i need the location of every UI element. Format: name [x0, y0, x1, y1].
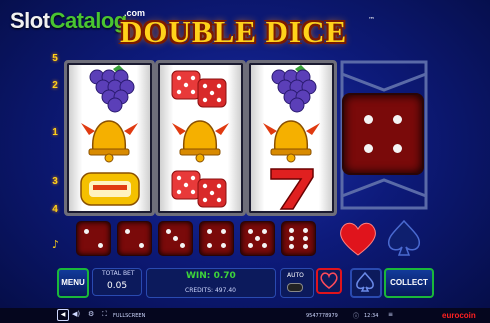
die-6 [282, 222, 315, 255]
die-2 [118, 222, 151, 255]
bar-icon [67, 163, 152, 213]
clock-time: 12:34 [364, 313, 379, 319]
die-5 [241, 222, 274, 255]
sound-mini-icon: ♪ [52, 238, 60, 251]
game-title: DOUBLE DICE [120, 14, 348, 49]
info-icon[interactable]: ⓘ [353, 311, 359, 320]
ticket-id: 9547778979 [306, 313, 338, 319]
heart-gamble-icon[interactable] [338, 219, 378, 257]
bell-icon [158, 113, 243, 163]
spade-gamble-icon[interactable] [385, 219, 423, 257]
auto-label: AUTO [287, 272, 304, 279]
grapes-icon [249, 63, 334, 113]
total-bet-value: 0.05 [107, 281, 128, 291]
eurocoin-logo: eurocoin [442, 311, 476, 320]
bell-icon [67, 113, 152, 163]
payline-1: 1 [52, 127, 58, 138]
speaker-icon[interactable]: ◀ [57, 309, 69, 321]
dice-icon [158, 163, 243, 213]
payline-2: 2 [52, 80, 58, 91]
settings-icon[interactable]: ⚙ [88, 310, 94, 318]
payline-4: 4 [52, 204, 58, 215]
spade-button[interactable] [350, 268, 382, 298]
payline-5: 5 [52, 53, 58, 64]
volume-icon[interactable]: ◀) [72, 310, 80, 318]
fullscreen-label[interactable]: FULLSCREEN [113, 313, 145, 319]
win-display: WIN: 0.70 [186, 271, 236, 281]
credits-display: CREDITS: 497.40 [185, 287, 236, 294]
reel-3 [246, 60, 337, 216]
credits-value: 497.40 [214, 287, 236, 294]
seven-icon [249, 163, 334, 213]
spade-outline-icon [356, 271, 374, 292]
dice-icon [158, 63, 243, 113]
die-3 [159, 222, 192, 255]
die-4 [200, 222, 233, 255]
auto-toggle[interactable] [287, 283, 303, 292]
reel-2 [155, 60, 246, 216]
big-die [344, 95, 422, 173]
credits-label: CREDITS: [185, 287, 214, 294]
bell-icon [249, 113, 334, 163]
trademark: ™ [368, 16, 375, 24]
payline-3: 3 [52, 176, 58, 187]
win-value: 0.70 [213, 271, 236, 281]
heart-button[interactable] [316, 268, 342, 294]
fullscreen-icon[interactable]: ⛶ [102, 310, 107, 319]
collect-button[interactable]: COLLECT [384, 268, 434, 298]
slotcatalog-watermark: SlotCatalog [10, 8, 127, 33]
grapes-icon [67, 63, 152, 113]
total-bet-label: TOTAL BET [102, 270, 135, 277]
die-2 [77, 222, 110, 255]
menu-button[interactable]: MENU [57, 268, 89, 298]
reel-1 [64, 60, 155, 216]
menu-lines-icon[interactable]: ≡ [388, 311, 393, 318]
win-label: WIN: [186, 271, 211, 281]
